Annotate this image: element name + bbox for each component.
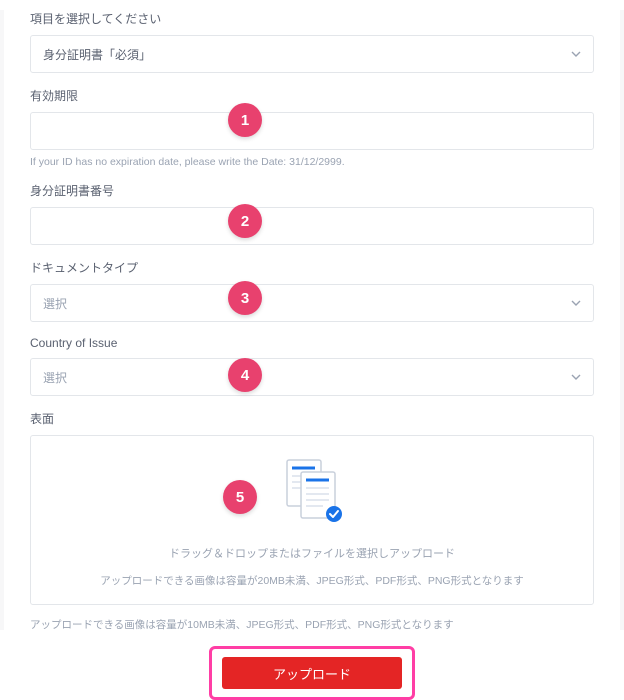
primary-select[interactable]: 身分証明書「必須」 <box>30 35 594 73</box>
upload-dropzone[interactable]: ドラッグ＆ドロップまたはファイルを選択しアップロード アップロードできる画像は容… <box>30 435 594 605</box>
chevron-down-icon <box>571 51 581 57</box>
annotation-5: 5 <box>223 480 257 514</box>
doctype-region: ドキュメントタイプ 選択 3 <box>30 259 594 322</box>
country-label: Country of Issue <box>30 336 594 350</box>
country-select[interactable]: 選択 <box>30 358 594 396</box>
idnumber-input[interactable] <box>30 207 594 245</box>
chevron-down-icon <box>571 300 581 306</box>
dropzone-text-1: ドラッグ＆ドロップまたはファイルを選択しアップロード <box>43 545 581 561</box>
page-hint: アップロードできる画像は容量が10MB未満、JPEG形式、PDF形式、PNG形式… <box>30 617 594 632</box>
surface-label: 表面 <box>30 410 594 427</box>
doctype-label: ドキュメントタイプ <box>30 259 594 276</box>
upload-bar: アップロード <box>30 646 594 700</box>
country-region: Country of Issue 選択 4 <box>30 336 594 396</box>
idnumber-region: 身分証明書番号 2 <box>30 182 594 245</box>
doctype-value: 選択 <box>43 295 67 312</box>
documents-icon <box>277 456 347 526</box>
expiry-label: 有効期限 <box>30 87 594 104</box>
upload-highlight: アップロード <box>209 646 415 700</box>
instruction-label: 項目を選択してください <box>30 10 594 27</box>
country-value: 選択 <box>43 369 67 386</box>
surface-region: 表面 <box>30 410 594 605</box>
expiry-input[interactable] <box>30 112 594 150</box>
chevron-down-icon <box>571 374 581 380</box>
form-page: 項目を選択してください 身分証明書「必須」 有効期限 If your ID ha… <box>0 10 624 630</box>
dropzone-text-2: アップロードできる画像は容量が20MB未満、JPEG形式、PDF形式、PNG形式… <box>43 573 581 588</box>
primary-select-value: 身分証明書「必須」 <box>43 46 151 63</box>
expiry-hint: If your ID has no expiration date, pleas… <box>30 156 594 168</box>
upload-button[interactable]: アップロード <box>222 657 402 689</box>
doctype-select[interactable]: 選択 <box>30 284 594 322</box>
idnumber-label: 身分証明書番号 <box>30 182 594 199</box>
expiry-region: 有効期限 If your ID has no expiration date, … <box>30 87 594 168</box>
